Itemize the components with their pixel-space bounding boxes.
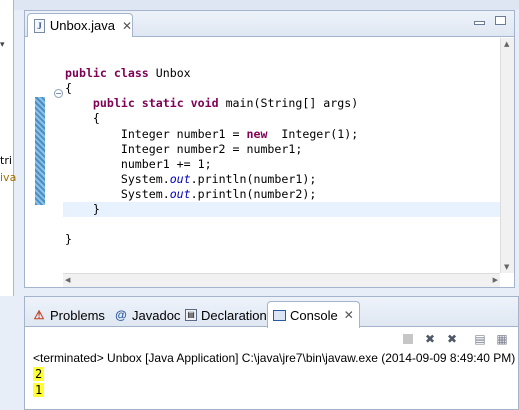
- close-icon[interactable]: ✕: [344, 308, 354, 322]
- remove-launch-icon[interactable]: ✖: [423, 332, 437, 346]
- declaration-icon: ▤: [185, 309, 197, 321]
- editor-text-area[interactable]: − public class Unbox{ public static void…: [25, 38, 500, 273]
- package-explorer-edge: ▾ tri iva: [0, 0, 17, 296]
- vertical-scrollbar[interactable]: ▲ ▼: [500, 38, 514, 273]
- at-sign-icon: @: [115, 308, 127, 322]
- remove-all-terminated-icon[interactable]: ✖: [445, 332, 459, 346]
- code-line: number1 += 1;: [65, 157, 212, 172]
- editor-tab-bar: J Unbox.java ✕: [25, 11, 514, 37]
- field-token: out: [169, 187, 191, 201]
- current-line-highlight: [63, 202, 500, 217]
- code-token: .println(number2);: [190, 187, 317, 201]
- tab-label: Console: [290, 307, 338, 323]
- code-token: Integer number1 =: [65, 127, 247, 141]
- console-output-line: 1: [33, 383, 45, 397]
- scroll-right-icon[interactable]: ▶: [493, 276, 498, 284]
- console-output-line: 2: [33, 367, 45, 381]
- tab-label: Javadoc: [132, 307, 181, 323]
- horizontal-scrollbar[interactable]: ◀ ▶: [63, 273, 500, 287]
- code-token: System.: [65, 172, 170, 186]
- maximize-button[interactable]: [495, 16, 506, 25]
- editor-tab-unbox[interactable]: J Unbox.java ✕: [27, 13, 133, 37]
- terminate-icon[interactable]: [403, 334, 413, 344]
- code-token: System.: [65, 187, 170, 201]
- minimize-button[interactable]: [474, 21, 485, 25]
- keyword-token: void: [190, 96, 219, 110]
- code-token: }: [65, 202, 100, 216]
- keyword-token: new: [246, 127, 268, 141]
- code-token: Integer(1);: [267, 127, 359, 141]
- editor-tab-label: Unbox.java: [49, 18, 115, 33]
- keyword-token: class: [113, 66, 149, 80]
- code-line: Integer number2 = number1;: [65, 142, 303, 157]
- code-line: {: [65, 81, 72, 96]
- tab-declaration[interactable]: ▤ Declaration: [180, 303, 272, 327]
- code-line: public static void main(String[] args): [65, 96, 358, 111]
- code-token: Unbox: [148, 66, 191, 80]
- code-line: }: [65, 202, 100, 217]
- tab-console[interactable]: Console ✕: [267, 301, 360, 328]
- java-file-icon: J: [34, 18, 45, 33]
- code-token: main(String[] args): [218, 96, 359, 110]
- console-status: <terminated> Unbox [Java Application] C:…: [33, 351, 516, 365]
- code-line: Integer number1 = new Integer(1);: [65, 127, 358, 142]
- code-line: System.out.println(number1);: [65, 172, 316, 187]
- close-icon[interactable]: ✕: [122, 19, 132, 33]
- collapse-icon[interactable]: −: [54, 89, 63, 98]
- scroll-left-icon[interactable]: ◀: [65, 276, 70, 284]
- tab-problems[interactable]: ⚠ Problems: [27, 303, 110, 327]
- scroll-lock-icon[interactable]: ▦: [495, 332, 509, 346]
- code-token: number1 += 1;: [65, 157, 212, 171]
- code-line: }: [65, 232, 72, 247]
- console-toolbar: ✖ ✖ ▤ ▦: [25, 328, 518, 348]
- code-token: {: [65, 111, 100, 125]
- tab-label: Problems: [50, 307, 105, 323]
- code-token: .println(number1);: [190, 172, 317, 186]
- code-line: public class Unbox: [65, 66, 191, 81]
- clear-console-icon[interactable]: ▤: [473, 332, 487, 346]
- keyword-token: public: [92, 96, 135, 110]
- problems-icon: ⚠: [33, 308, 45, 322]
- code-token: }: [65, 232, 72, 246]
- keyword-token: static: [141, 96, 184, 110]
- code-token: {: [65, 81, 72, 95]
- keyword-token: public: [65, 66, 107, 80]
- change-ruler: [35, 97, 45, 205]
- scroll-up-icon[interactable]: ▲: [504, 40, 509, 48]
- views-panel: ⚠ Problems @ Javadoc ▤ Declaration Conso…: [24, 296, 519, 410]
- console-icon: [273, 309, 286, 321]
- views-tab-bar: ⚠ Problems @ Javadoc ▤ Declaration Conso…: [25, 297, 518, 328]
- tab-javadoc[interactable]: @ Javadoc: [109, 303, 185, 327]
- chevron-down-icon[interactable]: ▾: [0, 40, 5, 50]
- code-line: System.out.println(number2);: [65, 187, 316, 202]
- clipped-label: iva: [0, 171, 17, 184]
- code-token: Integer number2 = number1;: [65, 142, 303, 156]
- code-editor: J Unbox.java ✕ − public class Unbox{ pub…: [24, 10, 515, 288]
- code-line: {: [65, 111, 100, 126]
- field-token: out: [169, 172, 191, 186]
- tab-label: Declaration: [201, 307, 267, 323]
- clipped-label: tri: [0, 154, 12, 167]
- scroll-down-icon[interactable]: ▼: [504, 263, 509, 271]
- window-top-bar: [14, 0, 519, 10]
